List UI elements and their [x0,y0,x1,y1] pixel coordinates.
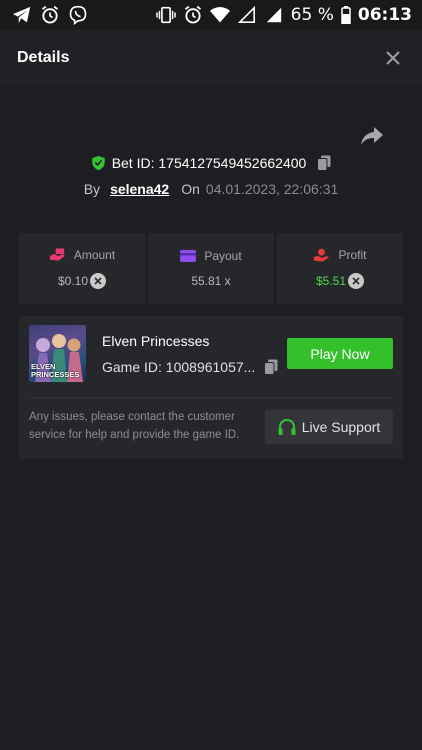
bet-id-row: Bet ID: 1754127549452662400 [0,155,422,171]
telegram-icon [12,5,32,25]
copy-bet-id-icon[interactable] [317,155,331,171]
status-bar-left [12,5,88,25]
stat-payout-label: Payout [204,249,242,263]
on-label: On [181,181,200,197]
currency-clear-icon [90,273,107,289]
bet-owner-row: By selena42 On 04.01.2023, 22:06:31 [0,181,422,197]
share-icon [361,127,383,145]
stat-amount-value: $0.10 [57,274,89,288]
game-card: ELVEN PRINCESSES Elven Princesses Game I… [19,316,403,459]
page-title: Details [17,48,70,66]
viber-icon [68,5,88,25]
vibrate-icon [155,5,176,25]
status-bar-right: 65 % 06:13 [155,5,412,25]
clock: 06:13 [357,5,412,25]
profit-hand-icon [314,248,330,262]
stat-profit: Profit $5.51 [277,233,403,304]
support-hint-text: Any issues, please contact the customer … [29,411,240,441]
bet-id: Bet ID: 1754127549452662400 [111,155,307,171]
by-label: By [83,181,101,197]
share-button[interactable] [360,126,384,146]
stat-profit-value: $5.51 [315,274,347,288]
game-id: Game ID: 1008961057... [102,359,256,375]
close-button[interactable] [384,49,402,67]
card-icon [180,250,197,262]
status-bar: 65 % 06:13 [0,0,422,30]
game-thumbnail-title: ELVEN PRINCESSES [31,362,80,379]
alarm-icon [40,5,60,25]
stat-profit-label: Profit [338,248,367,262]
signal-icon [264,5,284,25]
play-now-button[interactable]: Play Now [287,338,393,369]
stat-amount-label: Amount [73,248,116,262]
headset-icon [278,418,296,435]
stat-payout-value: 55.81 x [191,274,231,288]
currency-clear-icon [348,273,365,289]
username-link[interactable]: selena42 [110,181,169,197]
game-thumbnail[interactable]: ELVEN PRINCESSES [29,325,86,382]
stat-amount: Amount $0.10 [19,233,145,304]
battery-percent: 65 % [290,5,334,25]
details-header: Details [0,30,422,85]
game-name: Elven Princesses [102,333,210,349]
close-icon [386,50,400,65]
live-support-button[interactable]: Live Support [265,410,393,444]
stat-payout: Payout 55.81 x [148,233,274,304]
divider [29,397,393,398]
bet-stats: Amount $0.10 Payout 55.81 x Profit $5.51 [19,233,403,304]
battery-icon [341,5,351,25]
wifi-icon [209,5,230,25]
verified-shield-icon [91,155,105,171]
bet-date: 04.01.2023, 22:06:31 [205,181,339,197]
copy-game-id-icon[interactable] [264,359,278,375]
alarm-icon [183,5,203,25]
signal-empty-icon [237,5,257,25]
live-support-label: Live Support [301,419,381,435]
money-hand-icon [49,248,65,261]
